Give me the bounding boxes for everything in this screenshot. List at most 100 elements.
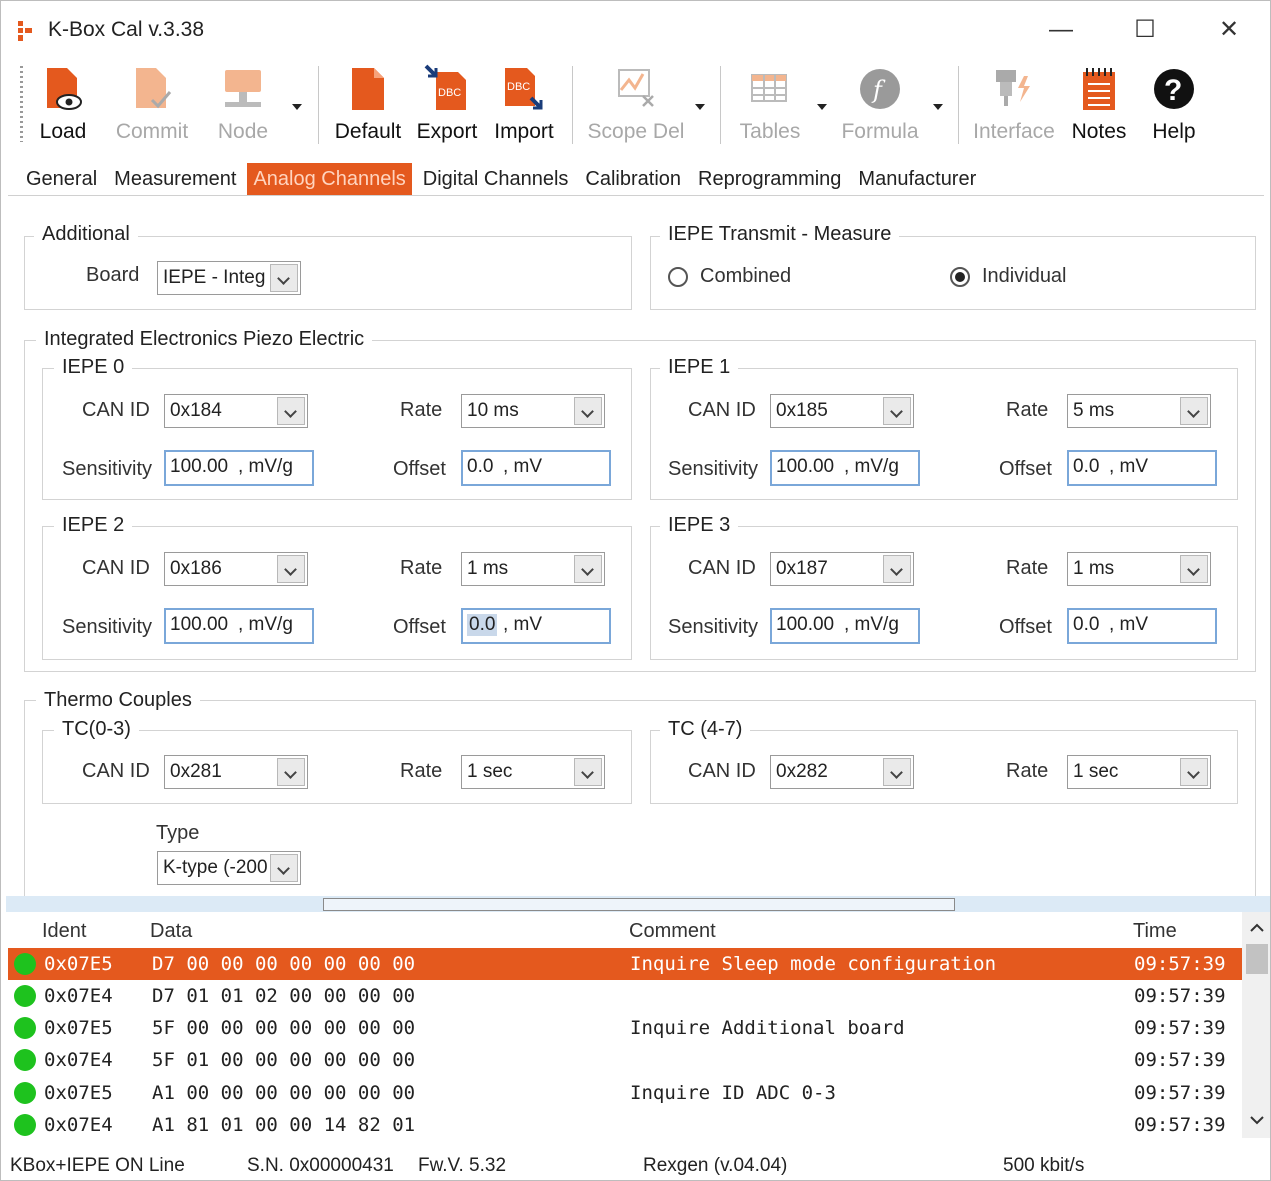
table-row[interactable]: 0x07E4 D7 01 01 02 00 00 00 00 09:57:39 [8,980,1242,1012]
default-button[interactable]: Default [330,60,406,144]
import-button[interactable]: DBC Import [490,60,558,144]
row-time: 09:57:39 [1134,1049,1226,1071]
col-ident-header[interactable]: Ident [42,920,86,943]
formula-dropdown-caret[interactable] [933,104,943,110]
board-label: Board [86,264,140,286]
scroll-down-icon[interactable] [1249,1114,1265,1126]
combined-radio[interactable] [668,267,688,287]
iepe-3-offset-input[interactable]: 0.0 , mV [1067,608,1217,644]
iepe-0-rate-select[interactable]: 10 ms [461,394,605,428]
iepe-3-rate-select[interactable]: 1 ms [1067,552,1211,586]
iepe-2-offset-input[interactable]: 0.0, mV [461,608,611,644]
commit-button[interactable]: Commit [108,60,196,144]
iepe-2-rate-select[interactable]: 1 ms [461,552,605,586]
col-comment-header[interactable]: Comment [629,920,716,943]
notes-button[interactable]: Notes [1068,60,1130,144]
iepe-1-can-id-select[interactable]: 0x185 [770,394,914,428]
node-button[interactable]: Node [210,60,276,144]
tables-dropdown-caret[interactable] [817,104,827,110]
col-time-header[interactable]: Time [1133,920,1177,943]
scroll-up-icon[interactable] [1249,922,1265,934]
sensitivity-value: 100.00 [170,614,229,635]
chevron-down-icon[interactable] [1180,555,1208,583]
formula-button[interactable]: f Formula [834,60,926,144]
type-label: Type [156,822,200,844]
individual-radio[interactable] [950,267,970,287]
help-button[interactable]: ? Help [1142,60,1206,144]
can-id-label: CAN ID [82,399,150,421]
formula-label: Formula [841,120,919,143]
tc-4-7-can-id-select[interactable]: 0x282 [770,755,914,789]
scope-del-button[interactable]: Scope Del [586,60,686,144]
chevron-down-icon[interactable] [1180,397,1208,425]
table-row[interactable]: 0x07E4 5F 01 00 00 00 00 00 00 09:57:39 [8,1044,1242,1076]
node-dropdown-caret[interactable] [292,104,302,110]
load-button[interactable]: Load [32,60,94,144]
export-button[interactable]: DBC Export [414,60,480,144]
node-label: Node [217,120,269,143]
tc-4-7-rate-select[interactable]: 1 sec [1067,755,1211,789]
toolbar-separator [318,66,319,144]
chevron-down-icon[interactable] [883,397,911,425]
chevron-down-icon[interactable] [277,555,305,583]
table-row[interactable]: 0x07E5 5F 00 00 00 00 00 00 00 Inquire A… [8,1012,1242,1044]
combined-label: Combined [700,265,792,287]
tab-measurement[interactable]: Measurement [108,163,242,195]
sensitivity-label: Sensitivity [62,458,153,480]
export-dbc-text: DBC [438,87,461,99]
close-button[interactable]: ✕ [1206,12,1252,48]
tc-0-3-can-id-select[interactable]: 0x281 [164,755,308,789]
scrollbar-thumb[interactable] [1246,944,1268,974]
iepe-0-offset-input[interactable]: 0.0 , mV [461,450,611,486]
iepe-2-sensitivity-input[interactable]: 100.00 , mV/g [164,608,314,644]
row-time: 09:57:39 [1134,953,1226,975]
maximize-button[interactable]: ☐ [1122,12,1168,48]
chevron-down-icon[interactable] [883,758,911,786]
iepe-0-sensitivity-input[interactable]: 100.00 , mV/g [164,450,314,486]
iepe-1-sensitivity-input[interactable]: 100.00 , mV/g [770,450,920,486]
table-row[interactable]: 0x07E5 A1 00 00 00 00 00 00 00 Inquire I… [8,1077,1242,1109]
col-data-header[interactable]: Data [150,920,192,943]
iepe-3-can-id-select[interactable]: 0x187 [770,552,914,586]
tab-analog-channels[interactable]: Analog Channels [247,163,412,195]
interface-button[interactable]: Interface [968,60,1060,144]
minimize-button[interactable]: — [1038,12,1084,48]
scope-dropdown-caret[interactable] [695,104,705,110]
export-dbc-icon: DBC [424,64,466,110]
tc-0-3-rate-select[interactable]: 1 sec [461,755,605,789]
iepe-3-sensitivity-input[interactable]: 100.00 , mV/g [770,608,920,644]
sensitivity-label: Sensitivity [668,458,759,480]
chevron-down-icon[interactable] [574,555,602,583]
board-select[interactable]: IEPE - Integ [157,261,301,295]
chevron-down-icon[interactable] [574,758,602,786]
status-dot-icon [14,1114,36,1136]
tables-button[interactable]: Tables [734,60,806,144]
iepe-2-can-id-select[interactable]: 0x186 [164,552,308,586]
tab-reprogramming[interactable]: Reprogramming [692,163,847,195]
iepe-0-can-id-select[interactable]: 0x184 [164,394,308,428]
load-icon [47,68,82,110]
iepe-1-offset-input[interactable]: 0.0 , mV [1067,450,1217,486]
tab-digital-channels[interactable]: Digital Channels [417,163,575,195]
chevron-down-icon[interactable] [277,397,305,425]
status-dot-icon [14,1082,36,1104]
chevron-down-icon[interactable] [574,397,602,425]
splitter-handle[interactable] [323,898,955,911]
chevron-down-icon[interactable] [270,854,298,882]
chevron-down-icon[interactable] [883,555,911,583]
table-row[interactable]: 0x07E4 A1 81 01 00 00 14 82 01 09:57:39 [8,1109,1242,1141]
chevron-down-icon[interactable] [277,758,305,786]
table-row[interactable]: 0x07E5 D7 00 00 00 00 00 00 00 Inquire S… [8,948,1242,980]
toolbar-grip[interactable] [20,66,23,142]
iepe-1-rate-select[interactable]: 5 ms [1067,394,1211,428]
chevron-down-icon[interactable] [1180,758,1208,786]
rate-value: 1 sec [467,761,513,782]
tab-general[interactable]: General [20,163,103,195]
thermo-type-select[interactable]: K-type (-200 [157,851,301,885]
tab-calibration[interactable]: Calibration [579,163,687,195]
chevron-down-icon[interactable] [270,264,298,292]
tc-4-7-title: TC (4-7) [660,718,751,741]
can-id-value: 0x184 [170,400,222,421]
tab-manufacturer[interactable]: Manufacturer [852,163,982,195]
offset-label: Offset [999,458,1052,480]
